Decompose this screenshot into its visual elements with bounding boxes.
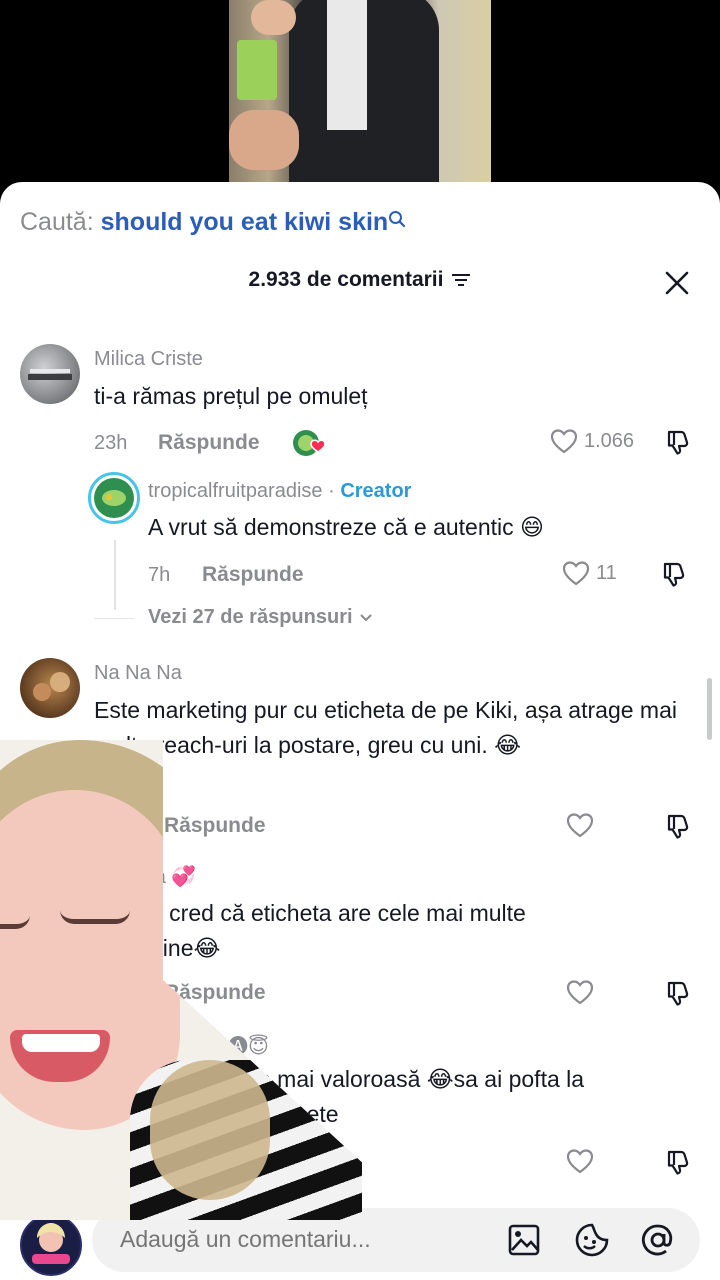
reply-button[interactable]: Răspunde (164, 814, 266, 838)
my-avatar[interactable] (20, 1214, 82, 1276)
video-person-shirt (327, 0, 367, 130)
comment-text: ti-a rămas prețul pe omuleț (94, 383, 368, 409)
sort-icon[interactable] (451, 272, 471, 288)
scrollbar[interactable] (707, 678, 712, 740)
comment-username[interactable]: Milica Criste (94, 348, 203, 371)
pip-eye (60, 910, 130, 924)
reply-button[interactable]: Răspunde (158, 431, 260, 455)
separator: · (322, 480, 341, 502)
reply-button[interactable]: Răspunde (202, 563, 304, 587)
comments-header: 2.933 de comentarii (0, 268, 720, 308)
thread-line (114, 540, 116, 610)
like-button[interactable] (566, 979, 594, 1005)
dislike-icon[interactable] (662, 560, 690, 588)
view-replies-button[interactable]: Vezi 27 de răspunsuri (148, 606, 373, 629)
like-button[interactable]: 1.066 (550, 428, 634, 454)
dislike-icon[interactable] (666, 428, 694, 456)
reply-text: A vrut să demonstreze că e autentic 😄 (148, 514, 545, 540)
like-button[interactable] (566, 812, 594, 838)
heart-icon (566, 813, 594, 838)
close-icon[interactable] (664, 270, 690, 296)
heart-icon (562, 561, 590, 586)
comment-username[interactable]: Na Na Na (94, 662, 182, 685)
comment-count-text: 2.933 de comentarii (248, 268, 444, 291)
search-icon (389, 211, 406, 228)
video-hand (229, 110, 299, 170)
comment-count[interactable]: 2.933 de comentarii (249, 268, 472, 292)
video-background[interactable] (0, 0, 720, 200)
creator-avatar[interactable] (88, 472, 140, 524)
search-query[interactable]: should you eat kiwi skin (101, 208, 389, 236)
video-hand (251, 0, 296, 35)
video-shelf (237, 40, 277, 100)
comment-text: Este marketing pur cu eticheta de pe Kik… (94, 697, 677, 758)
heart-icon (550, 429, 578, 454)
dislike-icon[interactable] (666, 979, 694, 1007)
mention-icon[interactable] (640, 1222, 676, 1258)
heart-icon (566, 980, 594, 1005)
comment-time: 23h (94, 432, 128, 454)
pip-hair (150, 1060, 270, 1200)
comment-text: u cred că eticheta are cele mai multe ni… (150, 900, 526, 961)
creator-badge: Creator (340, 480, 412, 502)
view-replies-text: Vezi 27 de răspunsuri (148, 606, 353, 628)
search-prefix: Caută: (20, 208, 94, 236)
like-count: 11 (596, 561, 617, 584)
video-frame (229, 0, 491, 185)
dislike-icon[interactable] (666, 1148, 694, 1176)
reply-username-text: tropicalfruitparadise (148, 480, 323, 502)
creator-liked-icon (293, 430, 326, 456)
chevron-down-icon (359, 613, 372, 621)
reply-username[interactable]: tropicalfruitparadise · Creator (148, 480, 411, 503)
pip-teeth (22, 1034, 100, 1052)
image-icon[interactable] (506, 1222, 542, 1258)
search-suggestion[interactable]: Caută: should you eat kiwi skin (20, 208, 406, 237)
like-count: 1.066 (584, 429, 635, 452)
replies-divider (94, 618, 134, 619)
avatar[interactable] (20, 344, 80, 404)
dislike-icon[interactable] (666, 812, 694, 840)
like-button[interactable] (566, 1148, 594, 1174)
comment-text: a mai valoroasă 😂sa ai pofta la etichete (258, 1066, 585, 1127)
heart-icon (566, 1149, 594, 1174)
emoji-sticker-icon[interactable] (574, 1222, 610, 1258)
comment-input[interactable] (120, 1226, 450, 1253)
like-button[interactable]: 11 (562, 560, 617, 586)
avatar[interactable] (20, 658, 80, 718)
reply-time: 7h (148, 564, 171, 586)
